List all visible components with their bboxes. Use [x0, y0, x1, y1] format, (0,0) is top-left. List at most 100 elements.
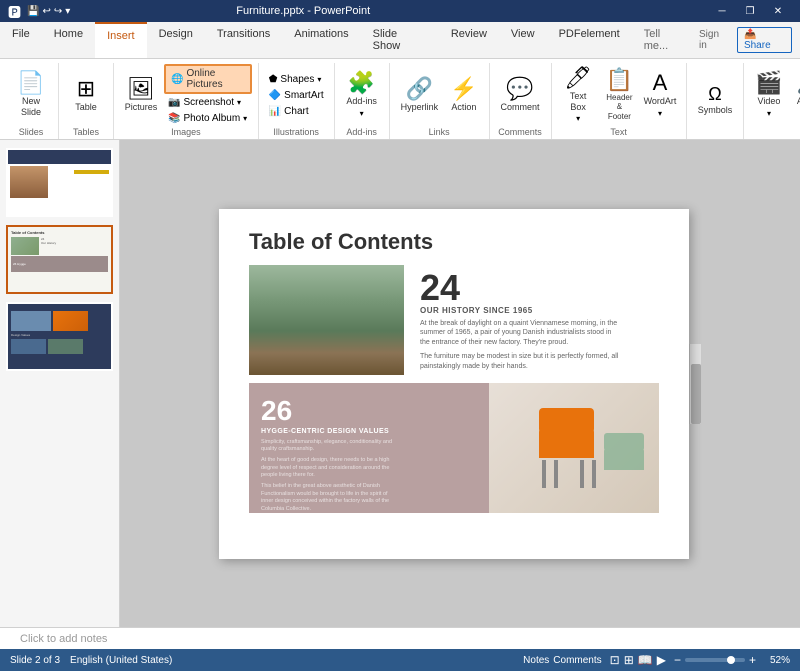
- slide-main[interactable]: Table of Contents 24 OUR HISTORY SINCE 1…: [219, 209, 689, 559]
- tab-review[interactable]: Review: [439, 22, 499, 58]
- signin-button[interactable]: Sign in: [699, 29, 729, 51]
- slide-thumb-3[interactable]: Design Values: [6, 302, 113, 371]
- group-symbols: Ω Symbols: [687, 63, 745, 139]
- slide-3-content: Design Values: [8, 304, 111, 369]
- tab-pdfelement[interactable]: PDFelement: [547, 22, 632, 58]
- tab-view[interactable]: View: [499, 22, 547, 58]
- group-media: 🎬 Video ▾ 🎵 Audio ▾ ⏺ ScreenRecording Me…: [744, 63, 800, 139]
- reading-view-icon[interactable]: 📖: [638, 653, 653, 667]
- slide-hygge-para3: This belief in the great above aesthetic…: [261, 483, 401, 514]
- tab-home[interactable]: Home: [42, 22, 95, 58]
- pictures-button[interactable]: 🖼 Pictures: [120, 67, 162, 123]
- slide-number-24: 24: [420, 270, 620, 306]
- audio-icon: 🎵: [795, 72, 800, 94]
- chair-leg-3: [580, 460, 584, 488]
- group-images: 🖼 Pictures 🌐 Online Pictures 📷 Screensho…: [114, 63, 259, 139]
- addins-button[interactable]: 🧩 Add-ins ▾: [341, 67, 383, 123]
- group-illustrations: ⬟ Shapes ▾ 🔷 SmartArt 📊 Chart Illustrati…: [259, 63, 335, 139]
- symbols-button[interactable]: Ω Symbols: [693, 72, 738, 128]
- shapes-dropdown[interactable]: ▾: [317, 75, 321, 84]
- thumb3-imgB: [53, 311, 88, 331]
- shapes-button[interactable]: ⬟ Shapes ▾: [265, 72, 328, 87]
- textbox-button[interactable]: 🖊 Text Box ▾: [558, 64, 599, 127]
- header-footer-button[interactable]: 📋 Header& Footer: [601, 66, 639, 125]
- notes-bar[interactable]: Click to add notes: [0, 627, 800, 649]
- comments-group-label: Comments: [498, 127, 542, 139]
- comment-button[interactable]: 💬 Comment: [496, 67, 545, 123]
- main-area: 1 2 Table of Content: [0, 140, 800, 627]
- links-items: 🔗 Hyperlink ⚡ Action: [396, 63, 483, 127]
- tab-file[interactable]: File: [0, 22, 42, 58]
- customize-icon[interactable]: ▾: [65, 6, 70, 17]
- wordart-button[interactable]: A WordArt ▾: [640, 69, 680, 121]
- screenshot-dropdown[interactable]: ▾: [237, 98, 241, 107]
- restore-button[interactable]: ❐: [736, 0, 764, 22]
- tab-transitions[interactable]: Transitions: [205, 22, 282, 58]
- scrollbar-vertical[interactable]: [689, 344, 701, 424]
- table-label: Table: [75, 102, 97, 113]
- status-icons: Notes Comments: [523, 655, 601, 666]
- share-button[interactable]: 📤 Share: [737, 27, 792, 53]
- images-column: 🌐 Online Pictures 📷 Screenshot ▾ 📚 Photo…: [164, 64, 252, 126]
- slide-thumb-container-1: 1: [6, 148, 113, 217]
- zoom-level[interactable]: 52%: [760, 655, 790, 666]
- video-label: Video: [758, 96, 781, 107]
- chart-button[interactable]: 📊 Chart: [265, 104, 328, 119]
- tab-design[interactable]: Design: [147, 22, 205, 58]
- text-group-label: Text: [610, 127, 627, 139]
- hyperlink-button[interactable]: 🔗 Hyperlink: [396, 70, 444, 120]
- new-slide-button[interactable]: 📄 New Slide: [10, 67, 52, 123]
- screenshot-button[interactable]: 📷 Screenshot ▾: [164, 95, 252, 110]
- screenshot-label: Screenshot: [183, 97, 234, 108]
- tables-items: ⊞ Table: [65, 63, 107, 127]
- header-footer-label: Header& Footer: [606, 93, 634, 122]
- status-bar: Slide 2 of 3 English (United States) Not…: [0, 649, 800, 671]
- slide-sorter-icon[interactable]: ⊞: [624, 653, 634, 667]
- thumb1-header: [8, 150, 111, 164]
- undo-icon[interactable]: ↩: [42, 6, 50, 17]
- tab-insert[interactable]: Insert: [95, 22, 147, 58]
- slideshow-icon[interactable]: ▶: [657, 653, 666, 667]
- photo-album-dropdown[interactable]: ▾: [243, 114, 247, 123]
- tab-tellme[interactable]: Tell me...: [632, 22, 699, 58]
- scrollbar-thumb[interactable]: [691, 364, 701, 424]
- click-to-add-notes[interactable]: Click to add notes: [20, 633, 107, 645]
- smartart-button[interactable]: 🔷 SmartArt: [265, 88, 328, 103]
- slide-thumb-1[interactable]: [6, 148, 113, 217]
- orange-chair: [534, 408, 604, 488]
- table-button[interactable]: ⊞ Table: [65, 67, 107, 123]
- chair-leg-2: [554, 460, 558, 488]
- shapes-label: Shapes: [280, 74, 314, 85]
- online-pictures-icon: 🌐: [171, 74, 183, 85]
- zoom-out-icon[interactable]: −: [674, 653, 681, 667]
- status-right: Notes Comments ⊡ ⊞ 📖 ▶ − + 52%: [523, 653, 790, 667]
- comments-status-button[interactable]: Comments: [553, 655, 601, 666]
- audio-button[interactable]: 🎵 Audio ▾: [790, 69, 800, 121]
- slides-panel: 1 2 Table of Content: [0, 140, 120, 627]
- shapes-icon: ⬟: [269, 74, 278, 85]
- zoom-slider[interactable]: [685, 658, 745, 662]
- group-addins: 🧩 Add-ins ▾ Add-ins: [335, 63, 390, 139]
- textbox-label: Text Box: [563, 91, 594, 113]
- action-button[interactable]: ⚡ Action: [445, 70, 482, 120]
- zoom-in-icon[interactable]: +: [749, 653, 756, 667]
- slide-thumb-2[interactable]: Table of Contents 24Our History 26 Hygge: [6, 225, 113, 294]
- addins-group-label: Add-ins: [346, 127, 377, 139]
- group-text: 🖊 Text Box ▾ 📋 Header& Footer A WordArt …: [552, 63, 687, 139]
- notes-status-button[interactable]: Notes: [523, 655, 549, 666]
- redo-icon[interactable]: ↪: [54, 6, 62, 17]
- video-button[interactable]: 🎬 Video ▾: [750, 69, 787, 121]
- close-button[interactable]: ✕: [764, 0, 792, 22]
- normal-view-icon[interactable]: ⊡: [610, 653, 620, 667]
- save-icon[interactable]: 💾: [27, 6, 39, 17]
- title-bar: 🅿 💾 ↩ ↪ ▾ Furniture.pptx - PowerPoint ─ …: [0, 0, 800, 22]
- thumb2-title: Table of Contents: [11, 230, 108, 235]
- wordart-label: WordArt: [644, 96, 677, 107]
- slide-para-1b: The furniture may be modest in size but …: [420, 352, 620, 372]
- tab-slideshow[interactable]: Slide Show: [361, 22, 439, 58]
- symbols-icon: Ω: [708, 85, 721, 103]
- online-pictures-button[interactable]: 🌐 Online Pictures: [164, 64, 252, 94]
- tab-animations[interactable]: Animations: [282, 22, 360, 58]
- minimize-button[interactable]: ─: [708, 0, 736, 22]
- photo-album-button[interactable]: 📚 Photo Album ▾: [164, 111, 252, 126]
